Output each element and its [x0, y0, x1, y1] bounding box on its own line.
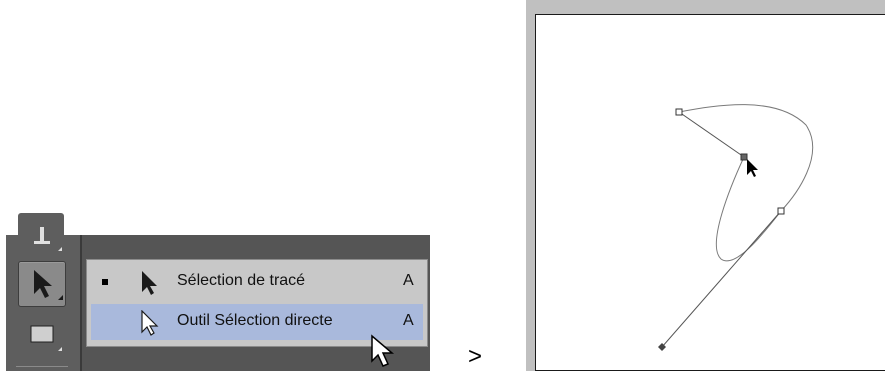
- shape-tool-button[interactable]: [18, 313, 64, 357]
- bezier-path-drawing: [658, 104, 814, 351]
- document-canvas[interactable]: [535, 14, 885, 371]
- black-arrow-icon: [142, 271, 157, 295]
- path-selection-tool-button[interactable]: [18, 261, 66, 307]
- menu-item-shortcut: A: [403, 312, 414, 329]
- mouse-pointer-icon: [371, 334, 395, 367]
- direction-line: [678, 111, 745, 158]
- arrow-separator: >: [468, 343, 483, 370]
- divider: [16, 366, 68, 367]
- tools-panel: Sélection de tracé A Outil Sélection dir…: [6, 213, 430, 371]
- anchor-point[interactable]: [675, 108, 683, 116]
- tool-strip: [6, 213, 80, 371]
- path-selection-icon: [34, 270, 63, 300]
- cursor-arrow-icon: [747, 159, 758, 177]
- divider: [80, 235, 82, 371]
- direction-line: [661, 210, 782, 348]
- anchor-point[interactable]: [777, 207, 785, 215]
- white-arrow-icon: [141, 310, 159, 336]
- type-tool-button[interactable]: [18, 213, 64, 257]
- rectangle-icon: [30, 325, 62, 351]
- anchor-point-selected[interactable]: [740, 153, 748, 161]
- menu-item-path-selection[interactable]: Sélection de tracé A: [91, 264, 423, 300]
- active-bullet-icon: [102, 279, 108, 285]
- menu-item-shortcut: A: [403, 272, 414, 289]
- canvas-frame: [526, 0, 885, 371]
- menu-item-label: Sélection de tracé: [177, 272, 306, 289]
- menu-item-label: Outil Sélection directe: [177, 312, 333, 329]
- type-icon: [34, 227, 62, 251]
